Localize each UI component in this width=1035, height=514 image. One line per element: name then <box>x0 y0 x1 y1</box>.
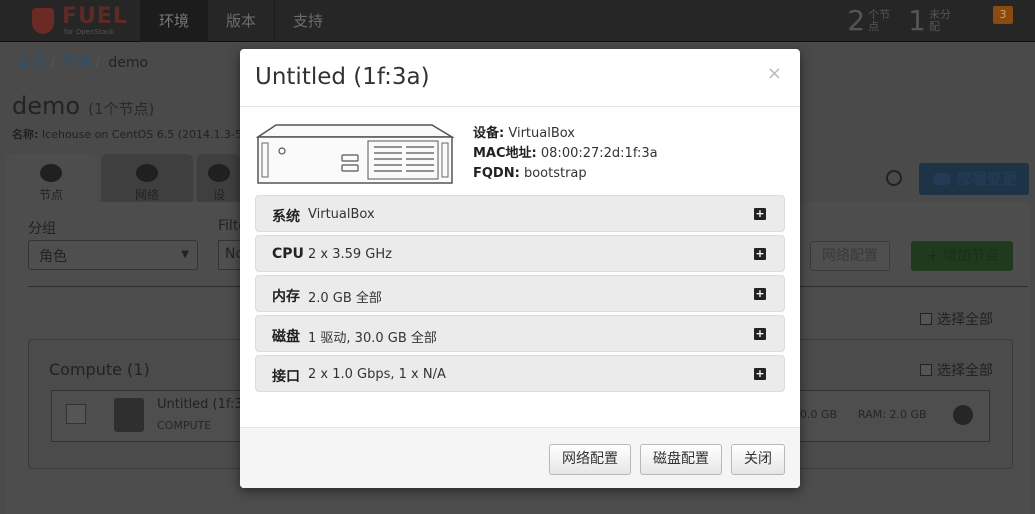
select-all-group[interactable]: 选择全部 <box>920 360 993 380</box>
stat-number: 1 <box>908 4 926 37</box>
server-icon <box>114 398 144 432</box>
dialog-header: Untitled (1f:3a) × <box>240 49 800 107</box>
section-name: CPU <box>272 246 304 262</box>
server-rack-icon <box>256 124 455 184</box>
breadcrumb-home[interactable]: 首页 <box>18 55 46 71</box>
deploy-label: 部署变更 <box>957 170 1018 188</box>
globe-icon <box>136 164 158 182</box>
section-system[interactable]: 系统 VirtualBox + <box>255 195 785 232</box>
section-memory[interactable]: 内存 2.0 GB 全部 + <box>255 275 785 312</box>
nav-tab-environments[interactable]: 环境 <box>140 0 208 42</box>
info-mac: MAC地址: 08:00:27:2d:1f:3a <box>473 146 658 161</box>
logo-subtext: for OpenStack <box>64 28 114 36</box>
nav-tab-releases[interactable]: 版本 <box>207 0 274 42</box>
top-navbar: FUEL for OpenStack 环境 版本 支持 2 个节点 1 未分配 … <box>0 0 1035 42</box>
main-nav: 环境 版本 支持 <box>140 0 341 42</box>
cloud-upload-icon <box>933 173 951 185</box>
stat-number: 2 <box>847 4 866 37</box>
fuel-logo-mark-icon <box>32 8 54 34</box>
stat-unallocated-nodes: 1 未分配 <box>908 4 953 37</box>
select-all-global[interactable]: 选择全部 <box>920 309 993 329</box>
section-name: 内存 <box>272 289 300 305</box>
env-node-count: (1个节点) <box>88 100 155 118</box>
node-info: 设备: VirtualBox MAC地址: 08:00:27:2d:1f:3a … <box>473 124 658 184</box>
breadcrumb: 首页 / 环境 / demo <box>18 55 149 71</box>
expand-icon[interactable]: + <box>754 368 766 380</box>
page-title: demo (1个节点) <box>12 92 154 120</box>
expand-icon[interactable]: + <box>754 248 766 260</box>
gear-icon[interactable] <box>953 405 973 425</box>
section-name: 接口 <box>272 369 300 385</box>
history-icon[interactable] <box>886 170 902 186</box>
env-release-name: 名称: Icehouse on CentOS 6.5 (2014.1.3-5.1 <box>12 126 252 142</box>
expand-icon[interactable]: + <box>754 208 766 220</box>
network-config-button[interactable]: 网络配置 <box>549 444 631 475</box>
stat-label: 个节点 <box>868 7 891 33</box>
add-nodes-button[interactable]: + 增加节点 <box>911 241 1013 271</box>
section-value: 2 x 1.0 Gbps, 1 x N/A <box>308 367 446 382</box>
plus-icon: + <box>927 248 939 264</box>
section-interfaces[interactable]: 接口 2 x 1.0 Gbps, 1 x N/A + <box>255 355 785 392</box>
add-nodes-label: 增加节点 <box>943 248 999 264</box>
close-button[interactable]: 关闭 <box>731 444 785 475</box>
tab-label: 网络 <box>134 188 159 202</box>
node-ram: RAM: 2.0 GB <box>858 408 927 421</box>
fuel-logo[interactable]: FUEL for OpenStack <box>28 4 138 38</box>
nav-tab-support[interactable]: 支持 <box>274 0 341 42</box>
breadcrumb-current: demo <box>108 55 149 71</box>
select-all-checkbox[interactable] <box>920 313 932 325</box>
tab-label: 设 <box>212 188 225 202</box>
select-all-label: 选择全部 <box>937 312 993 328</box>
node-stats: 2 个节点 1 未分配 <box>847 4 953 37</box>
node-checkbox[interactable] <box>66 404 86 424</box>
info-fqdn: FQDN: bootstrap <box>473 166 587 181</box>
breadcrumb-environments[interactable]: 环境 <box>63 55 91 71</box>
section-disks[interactable]: 磁盘 1 驱动, 30.0 GB 全部 + <box>255 315 785 352</box>
node-role: COMPUTE <box>157 419 212 432</box>
env-name-value: Icehouse on CentOS 6.5 (2014.1.3-5.1 <box>41 128 253 141</box>
section-name: 系统 <box>272 209 300 225</box>
stat-label: 未分配 <box>929 7 951 33</box>
group-by-value: 角色 <box>39 249 67 265</box>
env-title-text: demo <box>12 92 81 120</box>
env-name-label: 名称: <box>12 128 39 141</box>
select-all-checkbox[interactable] <box>920 364 932 376</box>
group-by-select[interactable]: 角色 ▼ <box>28 240 198 270</box>
node-name[interactable]: Untitled (1f:3a <box>157 397 251 412</box>
section-value: VirtualBox <box>308 207 375 222</box>
tab-nodes[interactable]: 节点 <box>5 154 97 204</box>
dialog-title: Untitled (1f:3a) <box>255 64 430 90</box>
info-manufacturer: 设备: VirtualBox <box>473 126 575 141</box>
section-value: 2 x 3.59 GHz <box>308 247 392 262</box>
logo-text: FUEL <box>62 4 128 29</box>
node-hardware-summary: 0.0 GB RAM: 2.0 GB <box>800 408 927 421</box>
cloud-icon <box>40 164 62 182</box>
tab-settings[interactable]: 设 <box>197 154 241 204</box>
section-name: 磁盘 <box>272 329 300 345</box>
chevron-down-icon: ▼ <box>181 249 189 260</box>
stat-total-nodes: 2 个节点 <box>847 4 892 37</box>
tab-network[interactable]: 网络 <box>101 154 193 204</box>
node-group-title: Compute (1) <box>49 360 150 379</box>
notification-badge[interactable]: 3 <box>993 6 1013 24</box>
select-all-label: 选择全部 <box>937 363 993 379</box>
node-hdd: 0.0 GB <box>800 408 838 421</box>
group-by-label: 分组 <box>28 221 56 237</box>
tab-label: 节点 <box>38 188 63 202</box>
expand-icon[interactable]: + <box>754 328 766 340</box>
close-icon[interactable]: × <box>767 63 782 84</box>
node-details-dialog: Untitled (1f:3a) × 设备: VirtualBox MAC地址:… <box>240 49 800 488</box>
deploy-changes-button[interactable]: 部署变更 <box>919 163 1029 195</box>
configure-interfaces-button[interactable]: 网络配置 <box>810 241 890 271</box>
disk-config-button[interactable]: 磁盘配置 <box>640 444 722 475</box>
section-value: 2.0 GB 全部 <box>308 291 382 306</box>
expand-icon[interactable]: + <box>754 288 766 300</box>
section-cpu[interactable]: CPU 2 x 3.59 GHz + <box>255 235 785 272</box>
gear-icon <box>208 164 230 182</box>
dialog-footer: 网络配置 磁盘配置 关闭 <box>240 427 800 488</box>
section-value: 1 驱动, 30.0 GB 全部 <box>308 331 437 346</box>
